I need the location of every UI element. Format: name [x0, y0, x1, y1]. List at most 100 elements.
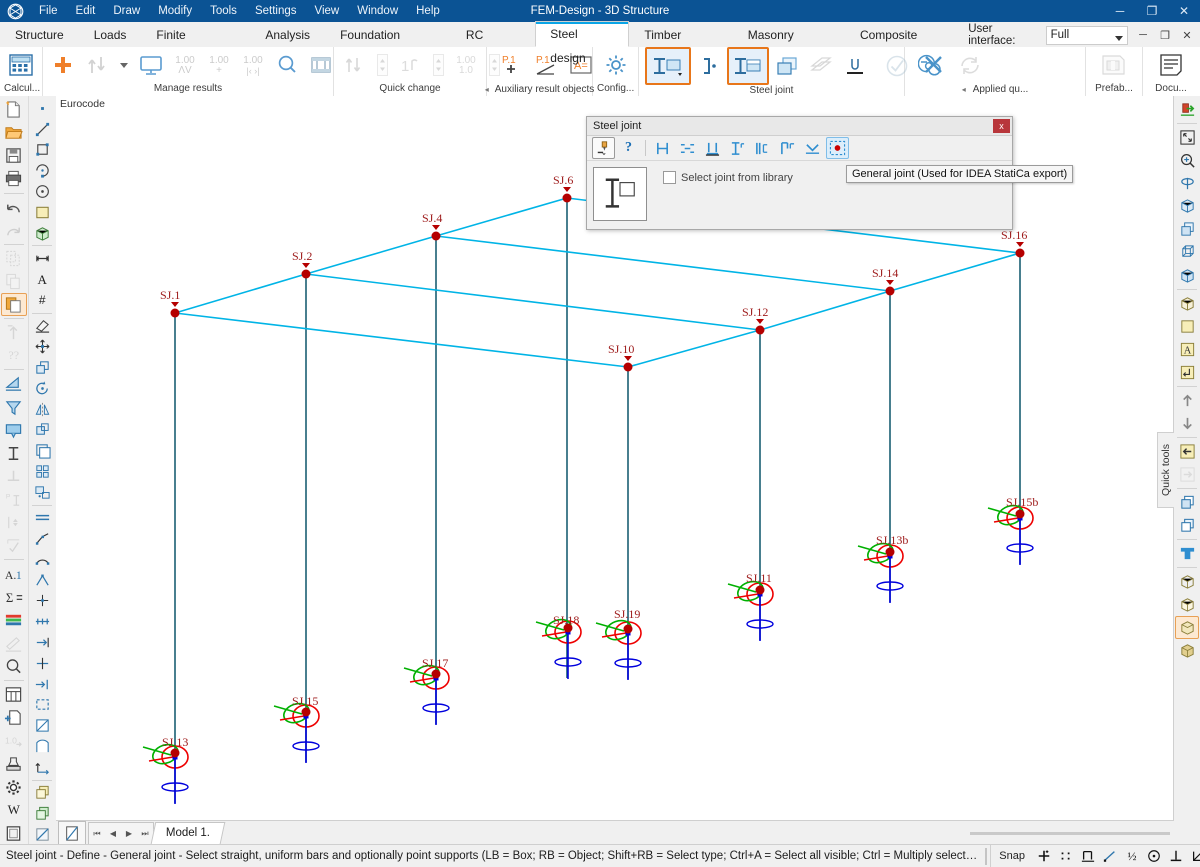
- circle-draw-tool[interactable]: [29, 181, 55, 202]
- sj-t-joint-tool[interactable]: [726, 137, 749, 159]
- fillet-arc-tool[interactable]: [29, 549, 55, 570]
- tab-steel-design[interactable]: Steel design: [535, 21, 630, 65]
- layer-yellow-tool[interactable]: [29, 782, 55, 803]
- snap-midpoint-icon[interactable]: ½: [1121, 845, 1143, 867]
- rotate-view-tool[interactable]: [1175, 172, 1199, 195]
- shaded-cube-tool[interactable]: [1175, 292, 1199, 315]
- split-region-tool[interactable]: [29, 715, 55, 736]
- shaded-cube-tan-tool[interactable]: [1175, 639, 1199, 662]
- filter-tool[interactable]: [1, 396, 27, 419]
- steel-joint-dialog-close-button[interactable]: x: [993, 119, 1010, 133]
- wire-cube-tan-tool[interactable]: [1175, 570, 1199, 593]
- sj-side-joint-tool[interactable]: [751, 137, 774, 159]
- steel-joint-list-button[interactable]: [727, 47, 769, 85]
- steel-joint-copy-button[interactable]: [771, 48, 803, 84]
- connect-lines-tool[interactable]: [29, 528, 55, 549]
- close-button[interactable]: ✕: [1168, 0, 1200, 22]
- layer-green-tool[interactable]: [29, 803, 55, 824]
- snap-nearest-icon[interactable]: [1187, 845, 1200, 867]
- doc-restore-button[interactable]: ❐: [1154, 24, 1176, 46]
- quick-tools-panel-tab[interactable]: Quick tools: [1157, 432, 1174, 508]
- nav-next-button[interactable]: ▶: [121, 823, 137, 844]
- decimal-tool[interactable]: 1.0: [1, 729, 27, 752]
- steel-joint-point-button[interactable]: [693, 48, 725, 84]
- tab-structure[interactable]: Structure: [0, 22, 79, 47]
- display-result-button[interactable]: [135, 47, 167, 83]
- add-result-point-button[interactable]: P.1: [497, 47, 529, 83]
- doc-close-button[interactable]: ✕: [1176, 24, 1198, 46]
- copy-view-tool[interactable]: [1175, 514, 1199, 537]
- break-tool[interactable]: [29, 674, 55, 695]
- diagonal-page-icon[interactable]: [58, 821, 86, 845]
- redo-tool[interactable]: [1, 219, 27, 242]
- snap-center-icon[interactable]: [1143, 845, 1165, 867]
- sj-corner-joint-tool[interactable]: [776, 137, 799, 159]
- menu-item-window[interactable]: Window: [348, 2, 407, 20]
- move-arrows-tool[interactable]: [29, 336, 55, 357]
- applied-expander-icon[interactable]: ◂: [962, 84, 966, 96]
- fit-window-tool[interactable]: [1175, 126, 1199, 149]
- wireframe-cube-tool[interactable]: [1175, 241, 1199, 264]
- word-export-tool[interactable]: W: [1, 799, 27, 822]
- scale-object-tool[interactable]: [29, 419, 55, 440]
- tab-rc-design[interactable]: RC design: [451, 22, 535, 66]
- menu-item-view[interactable]: View: [306, 2, 349, 20]
- quick-change-rotate-button[interactable]: 1: [394, 47, 426, 83]
- sj-h-joint-tool[interactable]: [651, 137, 674, 159]
- array-tool[interactable]: [29, 440, 55, 461]
- nav-first-button[interactable]: ⏮: [89, 823, 105, 844]
- display-blue-tool[interactable]: [1, 419, 27, 442]
- checklist-tool[interactable]: [1, 534, 27, 557]
- extend-tool[interactable]: [29, 632, 55, 653]
- tab-finite-elements[interactable]: Finite elements: [141, 22, 250, 66]
- snap-point-icon[interactable]: [1033, 845, 1055, 867]
- save-document-tool[interactable]: [1, 144, 27, 167]
- gear-icon[interactable]: [1, 776, 27, 799]
- sigma-sum-tool[interactable]: Σ: [1, 586, 27, 609]
- t-shape-blue-tool[interactable]: [1175, 542, 1199, 565]
- sort-results-button[interactable]: [81, 47, 113, 83]
- mirror-tool[interactable]: [29, 399, 55, 420]
- stretch-arrow-tool[interactable]: [29, 757, 55, 778]
- quick-change-spinner-2[interactable]: [428, 47, 448, 83]
- scale-range-button[interactable]: 1.00 |‹ ›|: [237, 47, 269, 83]
- snap-tangent-icon[interactable]: [1099, 845, 1121, 867]
- solid-cube-tool[interactable]: [1175, 264, 1199, 287]
- model-tab-1[interactable]: Model 1.: [150, 822, 226, 844]
- doc-minimize-button[interactable]: ─: [1132, 24, 1154, 46]
- sj-base-plate-joint-tool[interactable]: [701, 137, 724, 159]
- chamfer-tool[interactable]: [29, 570, 55, 591]
- scale-minmax-button[interactable]: 1.00 ΛV: [169, 47, 201, 83]
- axonometric-view-tool[interactable]: [1175, 195, 1199, 218]
- sj-apex-joint-tool[interactable]: [801, 137, 824, 159]
- close-region-tool[interactable]: [29, 694, 55, 715]
- eraser-tool[interactable]: [29, 316, 55, 337]
- tab-loads[interactable]: Loads: [79, 22, 142, 47]
- scale-plus-button[interactable]: 1.00 +: [203, 47, 235, 83]
- sj-general-joint-tool[interactable]: [826, 137, 849, 159]
- user-interface-combo[interactable]: Full: [1045, 25, 1128, 45]
- rotate-tool[interactable]: [29, 378, 55, 399]
- next-view-tool[interactable]: [1175, 463, 1199, 486]
- magnifier-tool[interactable]: [1, 655, 27, 678]
- tab-composite-design[interactable]: Composite design: [845, 22, 968, 66]
- trim-tool[interactable]: [29, 653, 55, 674]
- prefab-button[interactable]: [1096, 47, 1132, 83]
- menu-item-draw[interactable]: Draw: [104, 2, 149, 20]
- solid-draw-tool[interactable]: [29, 223, 55, 244]
- divide-segments-tool[interactable]: [29, 611, 55, 632]
- snap-grid-icon[interactable]: [1055, 845, 1077, 867]
- layer-diagonal-tool[interactable]: [29, 824, 55, 845]
- grid-array-tool[interactable]: [29, 461, 55, 482]
- restore-button[interactable]: ❐: [1136, 0, 1168, 22]
- steel-joint-stiffness-button[interactable]: [805, 48, 837, 84]
- text-a-box-tool[interactable]: A: [1175, 338, 1199, 361]
- line-draw-tool[interactable]: [29, 119, 55, 140]
- delete-applied-button[interactable]: [917, 47, 951, 83]
- tab-foundation-design[interactable]: Foundation design: [325, 22, 451, 66]
- hash-tool[interactable]: #: [29, 290, 55, 311]
- perpendicular-tool[interactable]: [1, 465, 27, 488]
- help-query-tool[interactable]: ??: [1, 344, 27, 367]
- steel-joint-weld-button[interactable]: [839, 48, 871, 84]
- plane-yellow-tool[interactable]: [1175, 315, 1199, 338]
